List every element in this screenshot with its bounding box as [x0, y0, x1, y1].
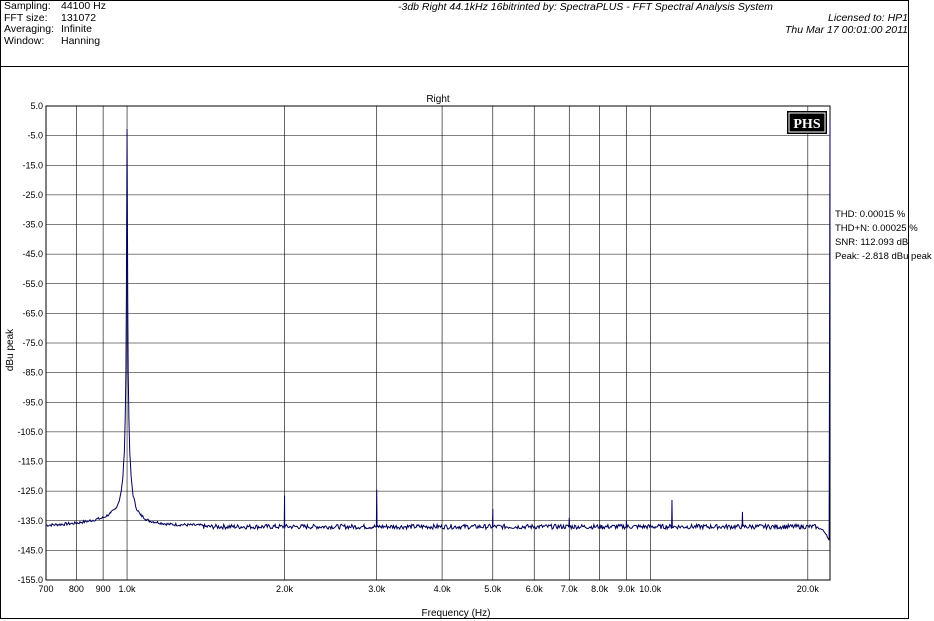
spectrum-chart: Right 5.0 -5.0 -15.0 -25.0 -35.0 -45.0 -55.0 -6… [5, 94, 831, 619]
x-axis-label: Frequency (Hz) [422, 608, 491, 619]
measurement-results: THD: 0.00015 % THD+N: 0.00025 % SNR: 112… [835, 208, 932, 264]
phs-logo: PHS [787, 111, 827, 134]
y-tick-label: -95.0 [22, 397, 43, 407]
x-tick-label: 4.0k [434, 584, 452, 594]
x-tick-labels: 700 800 900 1.0k 2.0k 3.0k 4.0k 5.0k 6.0k 7.0k 8.0… [38, 584, 819, 594]
y-tick-label: -15.0 [22, 160, 43, 170]
x-tick-label: 9.0k [618, 584, 636, 594]
x-tick-label: 800 [69, 584, 84, 594]
x-tick-label: 700 [38, 584, 53, 594]
logo-text: PHS [793, 117, 820, 132]
x-tick-label: 20.0k [797, 584, 820, 594]
y-tick-label: -105.0 [17, 427, 43, 437]
y-tick-label: -135.0 [17, 516, 43, 526]
thd-readout: THD: 0.00015 % [835, 209, 906, 220]
y-tick-label: -55.0 [22, 279, 43, 289]
peak-readout: Peak: -2.818 dBu peak [835, 251, 932, 262]
y-tick-label: -85.0 [22, 368, 43, 378]
y-tick-label: -125.0 [17, 486, 43, 496]
thdn-readout: THD+N: 0.00025 % [835, 223, 918, 234]
y-tick-label: -35.0 [22, 220, 43, 230]
y-tick-label: -145.0 [17, 545, 43, 555]
x-tick-label: 1.0k [119, 584, 137, 594]
y-tick-label: -25.0 [22, 190, 43, 200]
y-tick-label: -5.0 [27, 131, 43, 141]
x-tick-label: 6.0k [526, 584, 544, 594]
y-tick-label: 5.0 [30, 101, 43, 111]
y-tick-labels: 5.0 -5.0 -15.0 -25.0 -35.0 -45.0 -55.0 -65.0 -75… [17, 101, 43, 585]
chart-title: Right [426, 94, 450, 105]
x-tick-label: 5.0k [484, 584, 502, 594]
y-tick-label: -65.0 [22, 308, 43, 318]
snr-readout: SNR: 112.093 dB [835, 237, 909, 248]
y-axis-label: dBu peak [5, 328, 16, 371]
x-tick-label: 7.0k [561, 584, 579, 594]
y-tick-label: -75.0 [22, 338, 43, 348]
y-tick-label: -45.0 [22, 249, 43, 259]
x-tick-label: 2.0k [276, 584, 294, 594]
x-tick-label: 900 [96, 584, 111, 594]
y-tick-label: -115.0 [18, 457, 43, 467]
x-tick-label: 8.0k [591, 584, 609, 594]
x-tick-label: 3.0k [368, 584, 386, 594]
x-tick-label: 10.0k [639, 584, 662, 594]
